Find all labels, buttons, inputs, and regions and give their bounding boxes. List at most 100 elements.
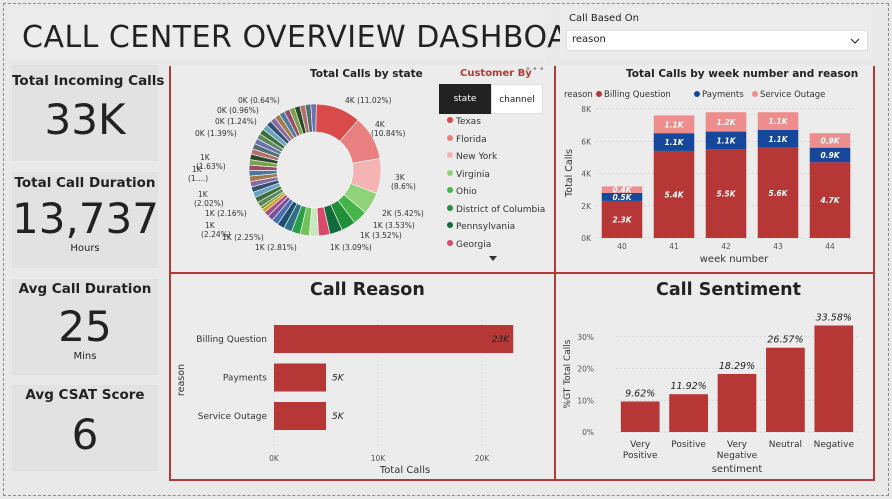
y-tick-label: 4K [581,170,592,179]
more-options-icon[interactable]: ••• [525,64,546,75]
kpi-unit: Hours [70,243,100,254]
bar [274,363,326,392]
kpi-label: Total Call Duration [14,175,156,191]
legend-dot-icon [596,91,602,97]
x-tick-label: Neutral [769,440,802,450]
bar [620,401,660,432]
tab-state[interactable]: state [439,84,491,114]
bar [717,373,757,432]
kpi-value: 25 [58,302,112,351]
legend-item[interactable]: Georgia [447,239,492,250]
bar [766,347,805,432]
bar-data-label: 23K [492,335,510,345]
y-axis-label: %GT Total Calls [563,339,573,408]
slicer-label: Call Based On [569,13,639,24]
x-axis-label: Total Calls [379,465,430,476]
legend-label: Pennsylvania [456,222,516,232]
legend-dot-icon [447,204,453,211]
x-axis-label: sentiment [712,464,763,475]
kpi-label: Avg Call Duration [18,281,152,297]
kpi-value: 13,737 [12,194,159,243]
legend-label: Virginia [456,169,490,180]
donut-data-label: 2K (5.42%) [382,209,424,218]
bar-data-label: 5.5K [716,190,736,199]
bar-data-label: 9.62% [625,388,655,399]
kpi-card-avg-duration: Avg Call Duration 25 Mins [12,279,158,375]
y-tick-label: Payments [223,374,267,384]
donut-data-label: 0K (0.64%) [238,96,280,105]
state-chart-title: Total Calls by state [310,68,423,80]
legend-item[interactable]: Ohio [447,187,477,197]
reason-chart-title: Call Reason [310,280,425,300]
legend-item[interactable]: Texas [447,117,481,127]
donut-data-label: 4K (10.84%) [371,120,406,138]
donut-data-label: 0K (1.24%) [215,117,257,126]
legend-dot-icon [447,134,453,141]
x-tick-label: 44 [825,242,835,251]
bar-data-label: 1.1K [768,117,788,126]
y-tick-label: 2K [581,202,592,211]
y-tick-label: 10% [577,396,594,405]
bar-data-label: 5.4K [664,190,684,199]
bar [814,325,854,432]
chevron-down-icon [850,38,860,44]
kpi-card-incoming-calls: Total Incoming Calls 33K [12,65,165,161]
kpi-label: Total Incoming Calls [12,73,165,89]
kpi-card-csat: Avg CSAT Score 6 [12,385,158,471]
week-chart-title: Total Calls by week number and reason [626,68,859,80]
legend-item[interactable]: New York [447,152,497,162]
y-tick-label: 30% [577,333,594,342]
x-tick-label: 41 [669,242,679,251]
x-tick-label: 20K [475,454,491,463]
x-tick-label: Very Positive [623,440,658,461]
bar-data-label: 1.1K [716,136,736,145]
bar-data-label: 1.1K [664,138,684,147]
legend-label: Ohio [456,187,477,197]
bar-data-label: 1.2K [716,118,736,127]
week-stacked-bar-chart: reason Billing Question Payments Service Ou… [564,90,856,265]
bar-data-label: 18.29% [719,361,755,372]
slicer-selected-value: reason [572,34,606,45]
legend-item[interactable]: Florida [447,134,487,145]
kpi-label: Avg CSAT Score [25,387,145,403]
bar-data-label: 0.4K [612,186,632,195]
legend-item[interactable]: Virginia [447,169,490,180]
bar-data-label: 1.1K [664,120,684,129]
donut-data-label: 3K (8.6%) [391,173,416,191]
slicer-dropdown[interactable]: reason [566,30,868,51]
donut-data-label: 1K (3.53%) [373,221,415,230]
legend-label: Texas [456,117,481,127]
legend-label: New York [456,152,498,162]
bar-data-label: 26.57% [767,335,803,346]
x-tick-label: 40 [617,242,627,251]
sentiment-bar-chart: 0% 10% 20% 30% %GT Total Calls 9.62% Very Posit… [563,313,858,475]
donut-data-label: 1K (1.63%) [196,153,226,171]
donut-data-label: 1K (2.81%) [255,243,297,252]
donut-data-label: 1K (3.09%) [330,243,372,252]
bar-data-label: 5K [332,412,345,422]
bar-data-label: 4.7K [820,196,840,205]
bar-data-label: 5.6K [768,189,788,198]
kpi-value: 33K [44,95,126,144]
legend-item[interactable]: District of Columbia [447,204,545,215]
caret-down-icon[interactable] [488,255,498,263]
x-tick-label: 42 [721,242,731,251]
bar-data-label: 5K [332,374,345,384]
x-tick-label: 0K [269,454,280,463]
legend-label: Georgia [456,239,492,250]
bar-data-label: 0.9K [820,136,840,145]
legend-label: Service Outage [760,90,825,100]
tab-channel[interactable]: channel [491,84,543,114]
legend-label: Payments [702,90,744,100]
legend-item[interactable]: Pennsylvania [447,222,515,232]
legend-label: Florida [456,134,487,145]
legend-label: Billing Question [604,90,671,100]
bar-data-label: 0.9K [820,151,840,160]
bar-data-label: 33.58% [816,313,852,324]
x-tick-label: Positive [671,440,706,450]
bar [669,394,708,432]
donut-data-label: 4K (11.02%) [345,96,392,105]
legend-dot-icon [694,91,700,97]
y-tick-label: 8K [581,105,592,114]
legend-dot-icon [447,117,453,123]
